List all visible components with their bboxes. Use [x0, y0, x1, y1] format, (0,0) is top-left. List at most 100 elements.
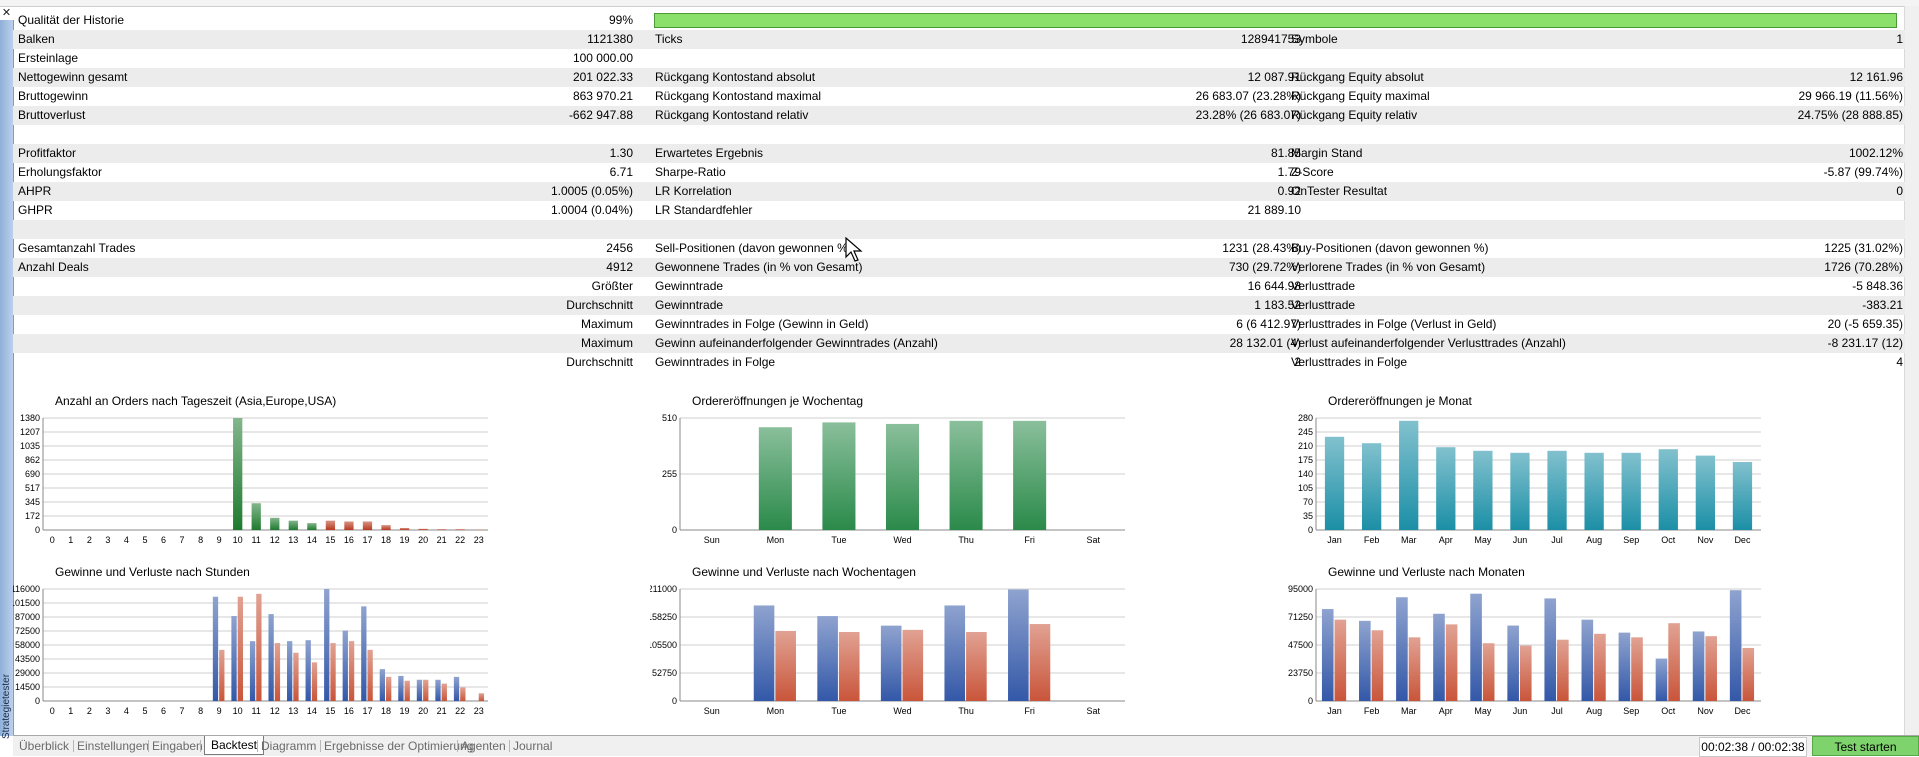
stat-label: Symbole	[1291, 30, 1691, 49]
orders-by-month-plot: 03570105140175210245280JanFebMarAprMayJu…	[1286, 394, 1886, 562]
y-tick-label: 0	[672, 696, 677, 706]
stat-value: 21 889.10	[1013, 201, 1301, 220]
bar	[1659, 449, 1678, 530]
stat-label: Verlust aufeinanderfolgender Verlusttrad…	[1291, 334, 1691, 353]
bar-loss	[966, 632, 987, 701]
bar	[381, 525, 390, 530]
orders-by-hour-chart: Anzahl an Orders nach Tageszeit (Asia,Eu…	[13, 394, 613, 562]
stat-value: 20 (-5 659.35)	[1653, 315, 1903, 334]
tab-backtest[interactable]: Backtest	[204, 736, 264, 755]
stats-row	[13, 125, 1905, 144]
stats-row: Ersteinlage100 000.00	[13, 49, 1905, 68]
x-tick-label: Sun	[704, 706, 720, 716]
y-tick-label: 172	[25, 511, 40, 521]
bar	[400, 528, 409, 530]
tab-agenten[interactable]: Agenten	[461, 737, 506, 755]
tab-diagramm[interactable]: Diagramm	[261, 737, 316, 755]
stats-row: Anzahl Deals4912Gewonnene Trades (in % v…	[13, 258, 1905, 277]
x-tick-label: 3	[105, 706, 110, 716]
bar	[1325, 437, 1344, 530]
orders-by-weekday-chart: Ordereröffnungen je Wochentag 0255510Sun…	[650, 394, 1250, 562]
x-tick-label: 23	[474, 535, 484, 545]
x-tick-label: 15	[325, 706, 335, 716]
stat-label: Bruttoverlust	[18, 106, 458, 125]
tab-eingaben[interactable]: Eingaben	[152, 737, 203, 755]
stat-label: Gesamtanzahl Trades	[18, 239, 458, 258]
bar	[437, 529, 446, 530]
tab-überblick[interactable]: Überblick	[19, 737, 69, 755]
bar	[1510, 453, 1529, 530]
x-tick-label: 0	[50, 706, 55, 716]
bar-loss	[293, 653, 298, 701]
stat-label: Profitfaktor	[18, 144, 458, 163]
bar-loss	[1483, 643, 1495, 701]
y-tick-label: 47500	[1288, 640, 1313, 650]
stat-value: 81.85	[1013, 144, 1301, 163]
x-tick-label: Feb	[1364, 535, 1380, 545]
stat-label: Erwartetes Ergebnis	[655, 144, 1055, 163]
stat-value: 1121380	[463, 30, 633, 49]
stat-label: Gewinntrades in Folge (Gewinn in Geld)	[655, 315, 1055, 334]
bar	[456, 529, 465, 530]
bar-loss	[1520, 646, 1532, 701]
tester-tab-bar: 00:02:38 / 00:02:38 Test starten Überbli…	[13, 735, 1919, 756]
x-tick-label: Dec	[1734, 706, 1751, 716]
bar	[1733, 462, 1752, 530]
tab-journal[interactable]: Journal	[513, 737, 552, 755]
y-tick-label: 0	[1308, 525, 1313, 535]
close-icon[interactable]: ✕	[0, 6, 13, 20]
stats-row: Gesamtanzahl Trades2456Sell-Positionen (…	[13, 239, 1905, 258]
bar-profit	[1619, 633, 1631, 701]
bar	[1584, 453, 1603, 530]
bar-profit	[1433, 614, 1445, 701]
tab-einstellungen[interactable]: Einstellungen	[77, 737, 149, 755]
bar-loss	[386, 677, 391, 701]
stat-value: 6.71	[463, 163, 633, 182]
x-tick-label: Sat	[1086, 535, 1100, 545]
y-tick-label: 116000	[13, 584, 40, 594]
bar-profit	[1544, 598, 1556, 701]
x-tick-label: 17	[362, 706, 372, 716]
bar	[1547, 451, 1566, 530]
stat-value: 0	[1653, 182, 1903, 201]
stat-value: 128941753	[1013, 30, 1301, 49]
bar-loss	[1705, 636, 1717, 701]
x-tick-label: 7	[180, 535, 185, 545]
tab-separator	[457, 740, 458, 752]
stat-value: 730 (29.72%)	[1013, 258, 1301, 277]
bar	[1473, 451, 1492, 530]
stat-value: 12 161.96	[1653, 68, 1903, 87]
tab-ergebnisse-der-optimierung[interactable]: Ergebnisse der Optimierung	[324, 737, 473, 755]
x-tick-label: 20	[418, 535, 428, 545]
x-tick-label: 12	[270, 535, 280, 545]
y-tick-label: 690	[25, 469, 40, 479]
stat-label: Rückgang Equity absolut	[1291, 68, 1691, 87]
stat-sublabel: Maximum	[313, 334, 633, 353]
x-tick-label: 4	[124, 706, 129, 716]
bar-profit	[1359, 621, 1371, 701]
x-tick-label: 2	[87, 535, 92, 545]
stats-row	[13, 220, 1905, 239]
vertical-scrollbar[interactable]	[1904, 6, 1919, 736]
orders-by-hour-plot: 0172345517690862103512071380012345678910…	[13, 394, 613, 562]
x-tick-label: Fri	[1024, 706, 1035, 716]
start-test-button[interactable]: Test starten	[1812, 736, 1919, 756]
bar-profit	[361, 606, 366, 701]
stat-value: -383.21	[1653, 296, 1903, 315]
x-tick-label: Wed	[893, 535, 911, 545]
y-tick-label: 35	[1303, 511, 1313, 521]
x-tick-label: 21	[437, 706, 447, 716]
bar-loss	[775, 631, 796, 701]
x-tick-label: Sep	[1623, 535, 1639, 545]
bar-profit	[398, 676, 403, 701]
stat-label: Ticks	[655, 30, 1055, 49]
stats-row: Bruttoverlust-662 947.88Rückgang Kontost…	[13, 106, 1905, 125]
stats-row: MaximumGewinn aufeinanderfolgender Gewin…	[13, 334, 1905, 353]
stat-value: -5.87 (99.74%)	[1653, 163, 1903, 182]
x-tick-label: Mar	[1401, 535, 1417, 545]
stat-label: Rückgang Equity relativ	[1291, 106, 1691, 125]
bar-loss	[275, 643, 280, 701]
x-tick-label: 5	[142, 535, 147, 545]
stat-label: Nettogewinn gesamt	[18, 68, 458, 87]
bar-profit	[1008, 590, 1029, 701]
